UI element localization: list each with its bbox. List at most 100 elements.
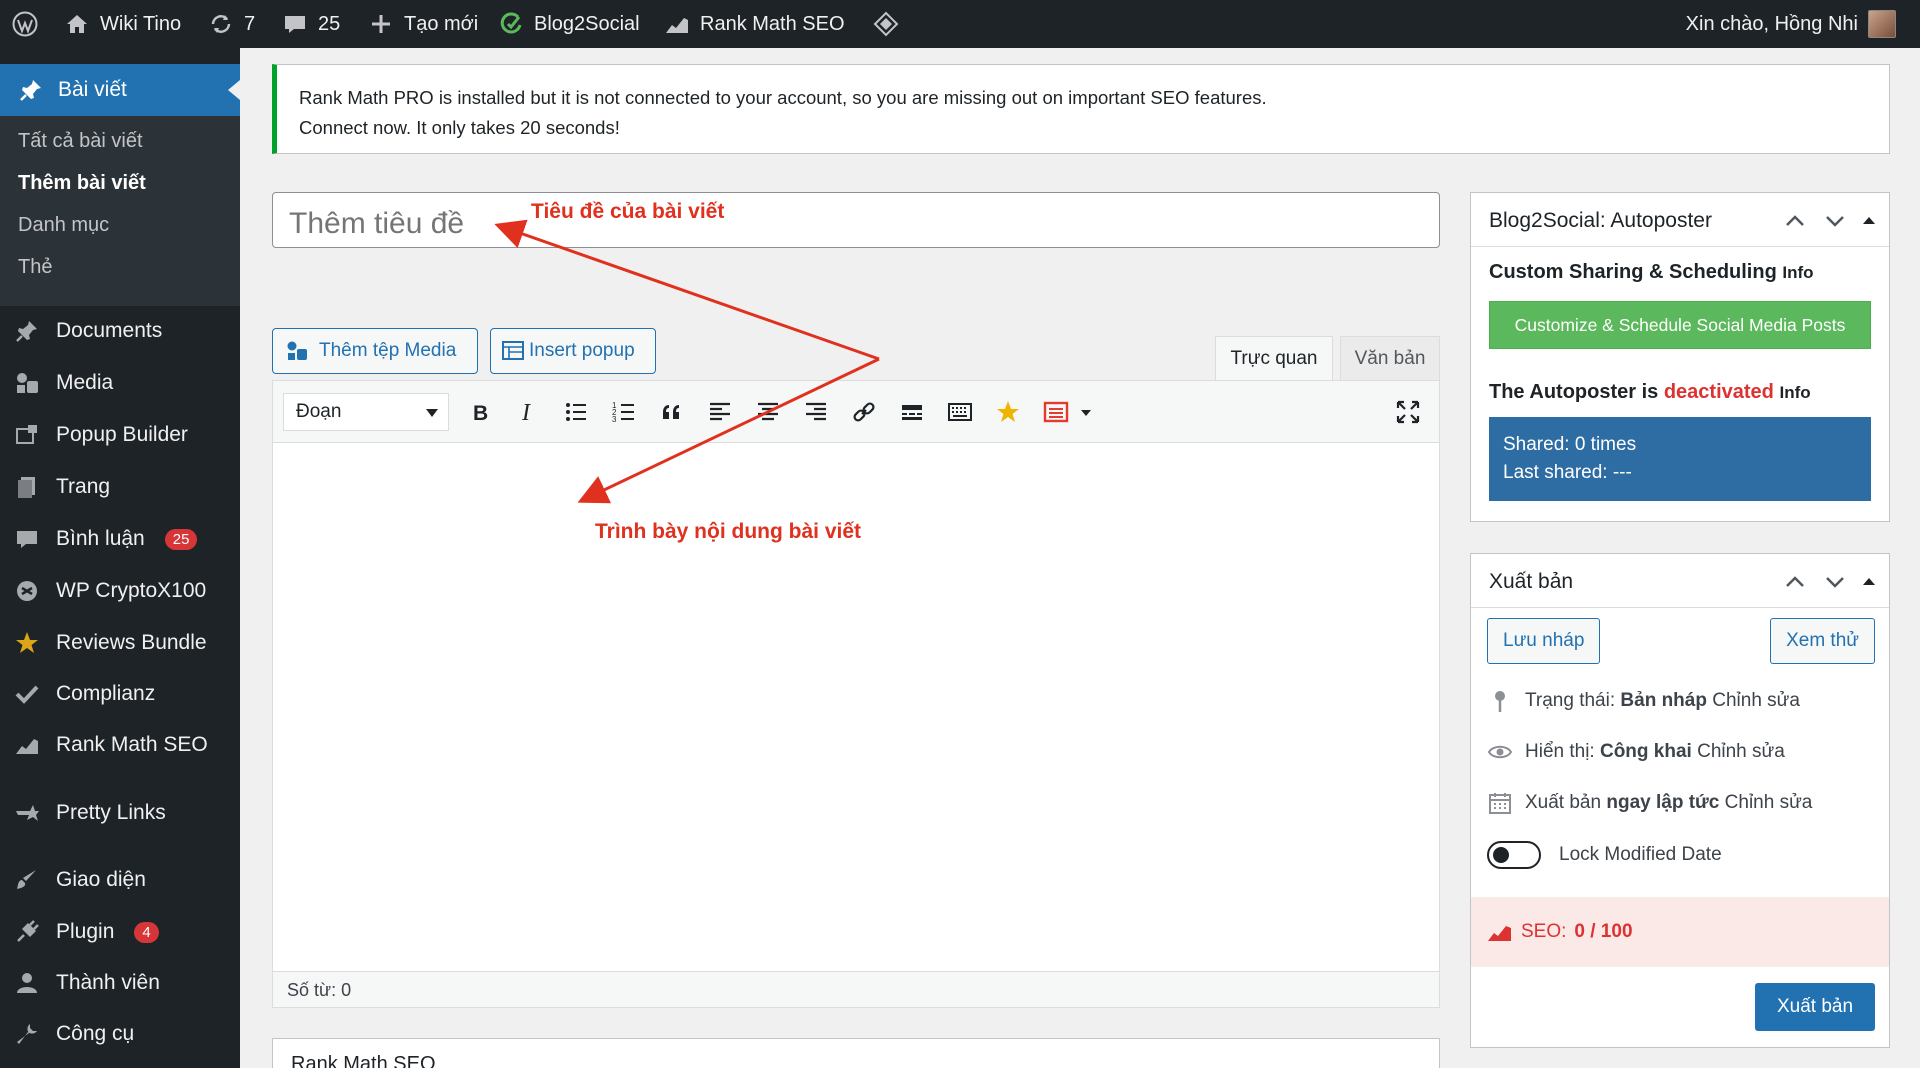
fullscreen-button[interactable]: [1393, 397, 1423, 427]
move-down-button[interactable]: [1823, 209, 1847, 233]
sidebar-item-label: Plugin: [56, 920, 115, 943]
media-icon: [17, 373, 38, 393]
bullet-list-icon: [566, 403, 586, 421]
seo-score-row[interactable]: SEO: 0 / 100: [1471, 897, 1889, 967]
star-link-icon: [16, 805, 39, 821]
publish-button-label: Xuất bản: [1776, 996, 1854, 1017]
star-icon: [997, 401, 1019, 422]
preview-button[interactable]: Xem thử: [1770, 618, 1875, 664]
reviews-star-button[interactable]: [993, 397, 1023, 427]
plugins-count-badge: 4: [134, 921, 159, 943]
sidebar-item-label: Documents: [56, 319, 163, 342]
sidebar-item-wp-cryptox100[interactable]: WP CryptoX100: [0, 569, 240, 613]
comments-link[interactable]: 25: [282, 0, 340, 48]
move-down-button[interactable]: [1823, 570, 1847, 594]
sidebar-item-popup-builder[interactable]: Popup Builder: [0, 413, 240, 457]
custom-sharing-info-link[interactable]: Info: [1782, 263, 1813, 282]
updates-link[interactable]: 7: [208, 0, 255, 48]
shortcode-button[interactable]: [1041, 397, 1071, 427]
notice-line-2[interactable]: Connect now. It only takes 20 seconds!: [299, 113, 1867, 143]
lock-modified-toggle[interactable]: [1487, 841, 1541, 869]
tab-visual[interactable]: Trực quan: [1215, 336, 1333, 380]
visibility-edit-link[interactable]: Chỉnh sửa: [1697, 741, 1785, 762]
sidebar-item-label: Thành viên: [56, 971, 160, 994]
sidebar-item-rank-math[interactable]: Rank Math SEO: [0, 723, 240, 767]
align-center-button[interactable]: [753, 397, 783, 427]
customize-schedule-button[interactable]: Customize & Schedule Social Media Posts: [1489, 301, 1871, 349]
rankmath-seo-panel[interactable]: Rank Math SEO: [272, 1038, 1440, 1068]
rankmath-icon: [1488, 926, 1511, 941]
move-up-button[interactable]: [1783, 570, 1807, 594]
user-icon: [17, 973, 37, 993]
autoposter-info-link[interactable]: Info: [1779, 383, 1810, 402]
insert-link-button[interactable]: [849, 397, 879, 427]
collapse-toggle[interactable]: [1857, 209, 1881, 233]
blog2social-link[interactable]: Blog2Social: [498, 0, 640, 48]
site-name: Wiki Tino: [100, 12, 182, 35]
publish-date-value: ngay lập tức: [1606, 792, 1720, 813]
submenu-add-post[interactable]: Thêm bài viết: [18, 172, 146, 195]
sidebar-item-documents[interactable]: Documents: [0, 309, 240, 353]
account-link[interactable]: Xin chào, Hồng Nhi: [1686, 0, 1896, 48]
submenu-tags[interactable]: Thẻ: [18, 256, 52, 279]
save-draft-button[interactable]: Lưu nháp: [1487, 618, 1601, 664]
content-editor[interactable]: Đoạn B I 123 Số từ: 0: [272, 380, 1440, 1008]
tab-visual-label: Trực quan: [1230, 347, 1318, 369]
insert-popup-button[interactable]: Insert popup: [490, 328, 656, 374]
numbered-list-button[interactable]: 123: [609, 397, 639, 427]
share-stats-panel: Shared: 0 times Last shared: ---: [1489, 417, 1871, 501]
sidebar-item-complianz[interactable]: Complianz: [0, 672, 240, 716]
status-value: Bản nháp: [1620, 690, 1707, 711]
caret-down-icon: [1081, 410, 1091, 416]
status-edit-link[interactable]: Chỉnh sửa: [1712, 690, 1800, 711]
numbered-list-icon: 123: [612, 401, 634, 424]
notice-line-1: Rank Math PRO is installed but it is not…: [299, 87, 1267, 108]
move-up-button[interactable]: [1783, 209, 1807, 233]
preview-label: Xem thử: [1786, 630, 1859, 651]
sidebar-item-pages[interactable]: Trang: [0, 465, 240, 509]
submenu-categories[interactable]: Danh mục: [18, 214, 109, 237]
sidebar-item-media[interactable]: Media: [0, 361, 240, 405]
sidebar-item-users[interactable]: Thành viên: [0, 961, 240, 1005]
sidebar-item-label: Công cụ: [56, 1022, 135, 1045]
format-select[interactable]: Đoạn: [283, 393, 449, 431]
sidebar-item-posts[interactable]: Bài viết: [0, 64, 240, 116]
sidebar-item-pretty-links[interactable]: Pretty Links: [0, 791, 240, 835]
sidebar-item-appearance[interactable]: Giao diện: [0, 858, 240, 902]
tab-text[interactable]: Văn bản: [1340, 336, 1440, 380]
last-shared: Last shared: ---: [1503, 462, 1632, 483]
sidebar-item-label: Pretty Links: [56, 801, 166, 824]
new-content-link[interactable]: Tạo mới: [368, 0, 478, 48]
toolbar-toggle-button[interactable]: [945, 397, 975, 427]
blockquote-button[interactable]: [657, 397, 687, 427]
rankmath-link[interactable]: Rank Math SEO: [664, 0, 845, 48]
site-name-link[interactable]: Wiki Tino: [64, 0, 181, 48]
add-media-button[interactable]: Thêm tệp Media: [272, 328, 478, 374]
triangle-up-icon: [1863, 217, 1875, 224]
diamond-icon[interactable]: [873, 0, 899, 48]
bullet-list-button[interactable]: [561, 397, 591, 427]
italic-button[interactable]: I: [513, 397, 543, 427]
sidebar-item-plugins[interactable]: Plugin 4: [0, 910, 240, 954]
publish-date-edit-link[interactable]: Chỉnh sửa: [1725, 792, 1813, 813]
read-more-button[interactable]: [897, 397, 927, 427]
align-left-button[interactable]: [705, 397, 735, 427]
chevron-down-icon: [426, 409, 438, 417]
sidebar-item-label: Reviews Bundle: [56, 631, 207, 654]
publish-button[interactable]: Xuất bản: [1755, 983, 1875, 1031]
bold-button[interactable]: B: [465, 397, 495, 427]
sidebar-item-tools[interactable]: Công cụ: [0, 1012, 240, 1056]
status-row: Trạng thái: Bản nháp Chỉnh sửa: [1487, 688, 1800, 714]
form-icon: [1043, 401, 1069, 423]
sidebar-item-comments[interactable]: Bình luận 25: [0, 517, 240, 561]
comments-count-badge: 25: [164, 528, 198, 550]
sidebar-item-reviews-bundle[interactable]: Reviews Bundle: [0, 621, 240, 665]
shortcode-dropdown[interactable]: [1077, 397, 1095, 427]
post-title-box[interactable]: [272, 192, 1440, 248]
wordpress-logo-icon[interactable]: [12, 0, 38, 48]
rankmath-icon: [666, 18, 688, 33]
submenu-all-posts[interactable]: Tất cả bài viết: [18, 130, 143, 153]
collapse-toggle[interactable]: [1857, 570, 1881, 594]
align-right-button[interactable]: [801, 397, 831, 427]
shared-count: Shared: 0 times: [1503, 434, 1637, 455]
